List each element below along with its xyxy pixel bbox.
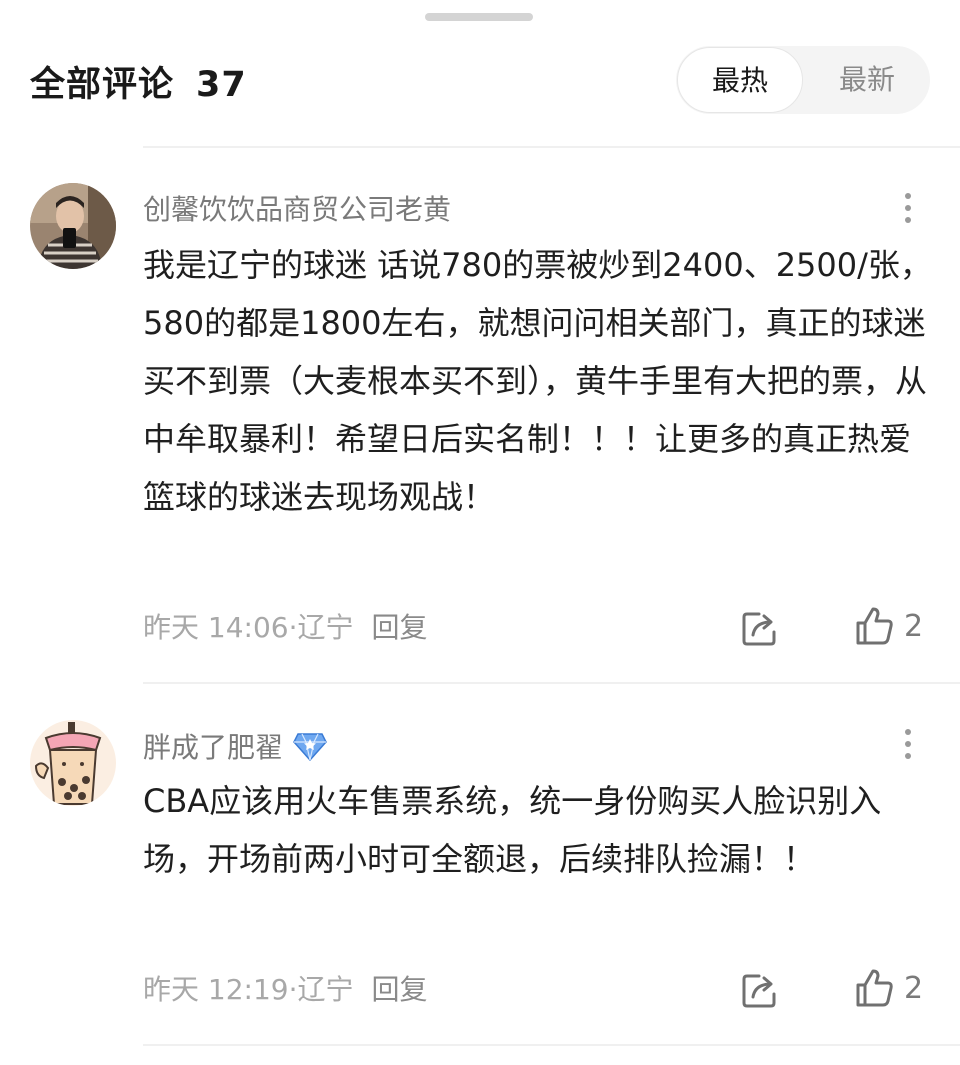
- thumbs-up-icon[interactable]: [854, 967, 896, 1009]
- comments-count: 37: [196, 65, 247, 105]
- sheet-drag-handle[interactable]: [425, 13, 533, 21]
- comment-text: CBA应该用火车售票系统，统一身份购买人脸识别入场，开场前两小时可全额退，后续排…: [143, 782, 882, 878]
- divider: [143, 1044, 960, 1046]
- comment-username-row: 胖成了肥翟: [143, 726, 327, 766]
- like-count: 2: [904, 971, 924, 1006]
- share-icon[interactable]: [739, 608, 779, 648]
- more-vertical-icon[interactable]: [896, 188, 920, 228]
- reply-button[interactable]: 回复: [372, 611, 428, 644]
- comment-meta: 昨天 12:19·辽宁 回复: [143, 968, 428, 1008]
- sort-hot-button[interactable]: 最热: [677, 47, 803, 113]
- divider: [143, 682, 960, 684]
- comment-username[interactable]: 创馨饮饮品商贸公司老黄: [143, 188, 451, 228]
- share-icon[interactable]: [739, 970, 779, 1010]
- comment-username[interactable]: 胖成了肥翟: [143, 731, 283, 764]
- person-photo-avatar-icon: [30, 183, 116, 269]
- more-vertical-icon[interactable]: [896, 724, 920, 764]
- reply-button[interactable]: 回复: [372, 973, 428, 1006]
- sort-new-button[interactable]: 最新: [804, 46, 930, 114]
- comment-text: 我是辽宁的球迷 话说780的票被炒到2400、2500/张，580的都是1800…: [143, 246, 932, 516]
- divider: [143, 146, 960, 148]
- comment-time-location: 昨天 14:06·辽宁: [143, 611, 354, 644]
- comment-time-location: 昨天 12:19·辽宁: [143, 973, 354, 1006]
- comments-title: 全部评论 37: [30, 56, 247, 107]
- comment-meta: 昨天 14:06·辽宁 回复: [143, 606, 428, 646]
- diamond-badge-icon: [293, 731, 327, 762]
- avatar[interactable]: [30, 720, 116, 806]
- sort-toggle: 最热 最新: [676, 46, 930, 114]
- thumbs-up-icon[interactable]: [854, 605, 896, 647]
- avatar[interactable]: [30, 183, 116, 269]
- like-count: 2: [904, 609, 924, 644]
- comments-title-label: 全部评论: [30, 65, 175, 105]
- bubble-tea-avatar-icon: [30, 720, 116, 806]
- comments-header: 全部评论 37 最热 最新: [0, 46, 960, 116]
